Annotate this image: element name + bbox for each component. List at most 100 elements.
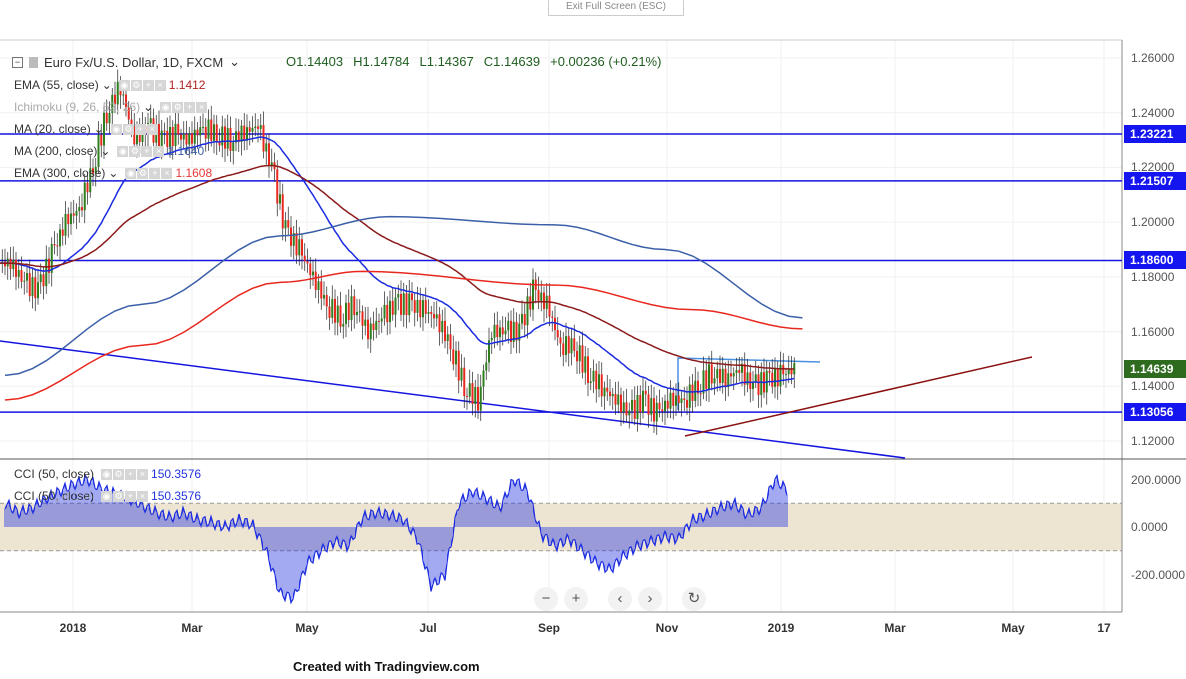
candle bbox=[196, 129, 199, 136]
indicator-legend[interactable]: MA (20, close) ⌄ ◉ ⚙ + × bbox=[14, 122, 161, 136]
candle bbox=[210, 119, 213, 141]
close-icon[interactable]: × bbox=[161, 167, 173, 179]
scroll-back-button[interactable]: ‹ bbox=[608, 587, 632, 611]
indicator-legend[interactable]: EMA (300, close) ⌄ ◉ ⚙ + × 1.1608 bbox=[14, 166, 212, 180]
gear-icon[interactable]: ⚙ bbox=[137, 167, 149, 179]
candle bbox=[284, 220, 287, 229]
legend-buttons[interactable]: ◉ ⚙ + × bbox=[118, 79, 166, 91]
zoom-in-button[interactable]: + bbox=[564, 587, 588, 611]
candle bbox=[229, 128, 232, 151]
candle bbox=[468, 383, 471, 397]
candle bbox=[523, 313, 526, 326]
last-price-tag: 1.14639 bbox=[1124, 359, 1186, 378]
gear-icon[interactable]: ⚙ bbox=[129, 145, 141, 157]
gear-icon[interactable]: ⚙ bbox=[130, 79, 142, 91]
price-chart[interactable] bbox=[0, 0, 1186, 650]
visibility-icon[interactable]: ◉ bbox=[160, 101, 172, 113]
time-label: 17 bbox=[1097, 621, 1111, 635]
candle bbox=[719, 368, 721, 384]
candle bbox=[639, 394, 642, 413]
candle bbox=[81, 207, 83, 211]
indicator-legend[interactable]: Ichimoku (9, 26, 52, 26) ⌄ ◉ ⚙ + × bbox=[14, 100, 210, 114]
time-label: May bbox=[1001, 621, 1025, 635]
legend-buttons[interactable]: ◉ ⚙ + × bbox=[110, 123, 158, 135]
candle bbox=[257, 126, 259, 129]
candle bbox=[677, 395, 680, 404]
plus-icon[interactable]: + bbox=[149, 167, 161, 179]
candle bbox=[562, 343, 565, 356]
candle bbox=[710, 364, 713, 384]
candle bbox=[526, 296, 529, 326]
candle bbox=[202, 126, 204, 128]
indicator-legend[interactable]: MA (200, close) ⌄ ◉ ⚙ + × 1.1640 bbox=[14, 144, 204, 158]
legend-buttons[interactable]: ◉ ⚙ + × bbox=[101, 490, 149, 502]
candle bbox=[331, 298, 334, 318]
candle bbox=[606, 387, 609, 392]
close-icon[interactable]: × bbox=[146, 123, 158, 135]
candle bbox=[290, 227, 292, 246]
chevron-down-icon[interactable]: ⌄ bbox=[94, 122, 104, 136]
candle bbox=[45, 258, 48, 287]
cci-value: 150.3576 bbox=[151, 467, 202, 481]
candle bbox=[617, 394, 620, 405]
gear-icon[interactable]: ⚙ bbox=[122, 123, 134, 135]
candle bbox=[642, 390, 644, 413]
candle bbox=[83, 182, 86, 211]
candle bbox=[515, 321, 518, 341]
time-label: May bbox=[295, 621, 319, 635]
candle bbox=[342, 323, 345, 327]
time-label: 2018 bbox=[59, 621, 87, 635]
plus-icon[interactable]: + bbox=[134, 123, 146, 135]
candle bbox=[455, 350, 457, 365]
close-icon[interactable]: × bbox=[154, 79, 166, 91]
visibility-icon[interactable]: ◉ bbox=[110, 123, 122, 135]
gear-icon[interactable]: ⚙ bbox=[172, 101, 184, 113]
indicator-legend[interactable]: EMA (55, close) ⌄ ◉ ⚙ + × 1.1412 bbox=[14, 78, 205, 92]
legend-buttons[interactable]: ◉ ⚙ + × bbox=[101, 468, 149, 480]
candle bbox=[749, 372, 752, 390]
visibility-icon[interactable]: ◉ bbox=[118, 79, 130, 91]
collapse-icon[interactable]: − bbox=[12, 56, 23, 68]
time-label: 2019 bbox=[767, 621, 795, 635]
zoom-out-button[interactable]: − bbox=[534, 587, 558, 611]
close-icon[interactable]: × bbox=[153, 145, 165, 157]
candle bbox=[438, 314, 441, 333]
scroll-forward-button[interactable]: › bbox=[638, 587, 662, 611]
candle bbox=[620, 394, 622, 413]
cci-legend[interactable]: CCI (50, close) ◉ ⚙ + × 150.3576 bbox=[14, 467, 201, 481]
candle bbox=[408, 293, 411, 316]
legend-buttons[interactable]: ◉ ⚙ + × bbox=[117, 145, 165, 157]
candle bbox=[350, 296, 353, 320]
candle bbox=[774, 368, 776, 387]
chevron-down-icon[interactable]: ⌄ bbox=[102, 78, 112, 92]
close-icon[interactable]: × bbox=[196, 101, 208, 113]
chevron-down-icon[interactable]: ⌄ bbox=[229, 54, 240, 70]
plus-icon[interactable]: + bbox=[141, 145, 153, 157]
candle bbox=[361, 311, 364, 326]
candle bbox=[334, 298, 336, 323]
visibility-icon[interactable]: ◉ bbox=[117, 145, 129, 157]
plus-icon[interactable]: + bbox=[184, 101, 196, 113]
candle bbox=[504, 330, 507, 335]
candle bbox=[666, 400, 669, 409]
plus-icon[interactable]: + bbox=[142, 79, 154, 91]
symbol-header: − Euro Fx/U.S. Dollar, 1D, FXCM ⌄ bbox=[12, 54, 240, 70]
legend-buttons[interactable]: ◉ ⚙ + × bbox=[125, 167, 173, 179]
chevron-down-icon[interactable]: ⌄ bbox=[100, 144, 110, 158]
candle bbox=[664, 400, 666, 412]
reset-chart-button[interactable]: ↻ bbox=[682, 587, 706, 611]
chevron-down-icon[interactable]: ⌄ bbox=[108, 166, 118, 180]
visibility-icon[interactable]: ◉ bbox=[125, 167, 137, 179]
candle bbox=[427, 311, 430, 314]
legend-buttons[interactable]: ◉ ⚙ + × bbox=[160, 101, 208, 113]
level-price-tag: 1.18600 bbox=[1124, 251, 1186, 270]
chevron-down-icon[interactable]: ⌄ bbox=[143, 100, 153, 114]
symbol-title[interactable]: Euro Fx/U.S. Dollar, 1D, FXCM bbox=[44, 55, 223, 70]
candle bbox=[554, 317, 556, 331]
price-tick-label: 1.20000 bbox=[1131, 215, 1175, 230]
cci-legend[interactable]: CCI (50, close) ◉ ⚙ + × 150.3576 bbox=[14, 489, 201, 503]
candle bbox=[185, 133, 188, 145]
candle bbox=[369, 323, 372, 340]
candle bbox=[323, 294, 325, 299]
candle bbox=[20, 270, 23, 282]
